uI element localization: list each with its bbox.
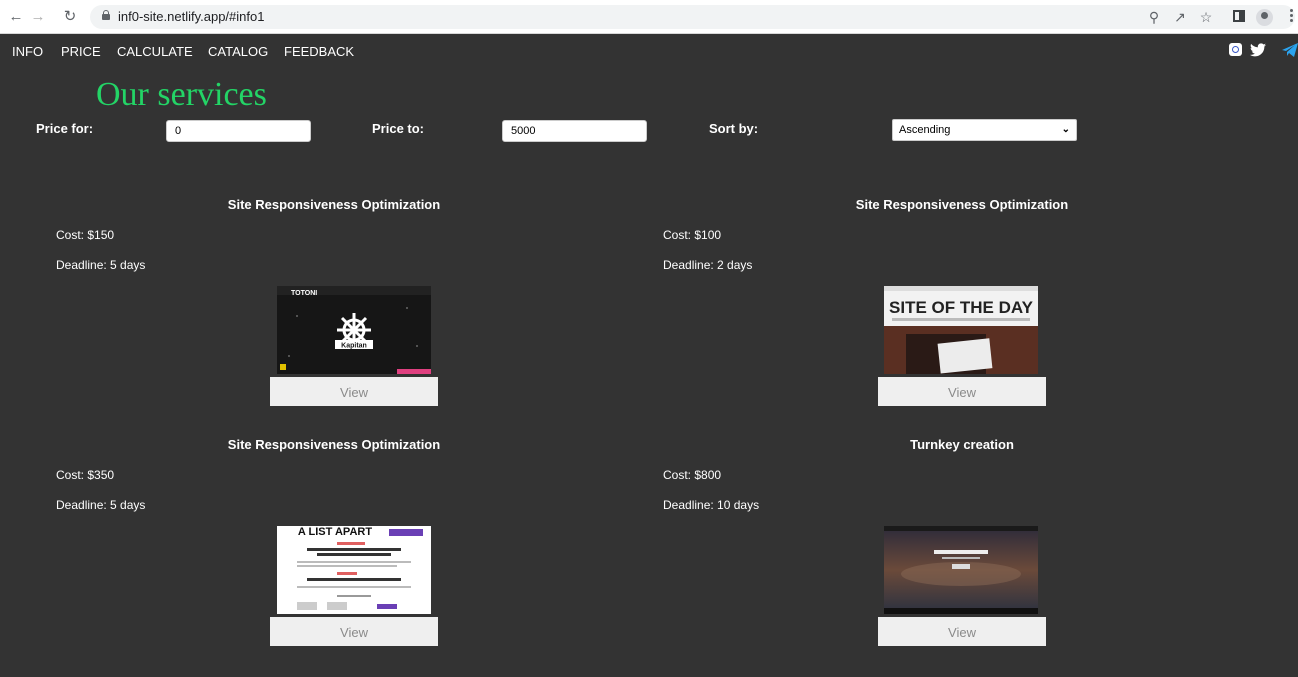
service-card: Site Responsiveness Optimization Cost: $…	[20, 437, 648, 677]
sort-by-label: Sort by:	[709, 121, 759, 136]
instagram-icon[interactable]	[1229, 43, 1242, 56]
price-to-input[interactable]: 5000	[502, 120, 647, 142]
price-for-input[interactable]: 0	[166, 120, 311, 142]
sort-select[interactable]: Ascending ⌄	[892, 119, 1077, 141]
browser-toolbar: ← → ↻ inf0-site.netlify.app/#info1 ⚲ ↗ ☆	[0, 0, 1298, 34]
twitter-icon[interactable]	[1250, 43, 1266, 57]
zoom-icon[interactable]: ⚲	[1144, 7, 1164, 27]
service-title: Site Responsiveness Optimization	[227, 197, 441, 212]
view-button[interactable]: View	[270, 377, 438, 406]
service-thumbnail	[884, 526, 1038, 614]
page-title: Our services	[96, 76, 267, 113]
nav-feedback[interactable]: FEEDBACK	[284, 44, 354, 59]
price-to-label: Price to:	[372, 121, 425, 136]
profile-avatar-icon[interactable]	[1256, 9, 1273, 26]
nav-calculate[interactable]: CALCULATE	[117, 44, 193, 59]
share-icon[interactable]: ↗	[1170, 7, 1190, 27]
chevron-down-icon: ⌄	[1061, 124, 1070, 135]
view-button[interactable]: View	[878, 377, 1046, 406]
back-icon[interactable]: ←	[6, 7, 26, 27]
view-button[interactable]: View	[270, 617, 438, 646]
thumb-caption: Kapitan	[341, 343, 367, 350]
address-bar[interactable]: inf0-site.netlify.app/#info1	[90, 5, 1295, 29]
service-cost: Cost: $150	[56, 228, 115, 242]
service-card: Site Responsiveness Optimization Cost: $…	[648, 197, 1276, 437]
nav-price[interactable]: PRICE	[61, 44, 101, 59]
service-title: Turnkey creation	[910, 437, 1014, 452]
service-cost: Cost: $100	[663, 228, 722, 242]
service-deadline: Deadline: 2 days	[663, 258, 753, 272]
service-title: Site Responsiveness Optimization	[227, 437, 441, 452]
thumb-text: TOTONI	[291, 290, 317, 297]
top-nav: INFO PRICE CALCULATE CATALOG FEEDBACK	[0, 36, 1298, 66]
reload-icon[interactable]: ↻	[60, 7, 80, 27]
service-deadline: Deadline: 10 days	[663, 498, 760, 512]
service-thumbnail: SITE OF THE DAY	[884, 286, 1038, 374]
service-deadline: Deadline: 5 days	[56, 498, 146, 512]
sort-select-value: Ascending	[899, 124, 951, 136]
thumb-text: SITE OF THE DAY	[889, 298, 1034, 317]
thumb-text: A LIST APART	[298, 526, 372, 538]
service-thumbnail: TOTONI Kapitan	[277, 286, 431, 374]
side-panel-icon[interactable]	[1233, 10, 1245, 22]
url-text[interactable]: inf0-site.netlify.app/#info1	[118, 9, 264, 24]
service-cost: Cost: $350	[56, 468, 115, 482]
nav-catalog[interactable]: CATALOG	[208, 44, 268, 59]
telegram-icon[interactable]	[1282, 43, 1298, 57]
bookmark-star-icon[interactable]: ☆	[1196, 7, 1216, 27]
view-button[interactable]: View	[878, 617, 1046, 646]
price-for-label: Price for:	[36, 121, 94, 136]
service-card: Site Responsiveness Optimization Cost: $…	[20, 197, 648, 437]
forward-icon[interactable]: →	[28, 7, 48, 27]
service-thumbnail: A LIST APART	[277, 526, 431, 614]
service-deadline: Deadline: 5 days	[56, 258, 146, 272]
service-title: Site Responsiveness Optimization	[855, 197, 1069, 212]
lock-icon[interactable]	[102, 10, 110, 20]
menu-kebab-icon[interactable]	[1290, 9, 1293, 25]
nav-info[interactable]: INFO	[12, 44, 43, 59]
service-card: Turnkey creation Cost: $800 Deadline: 10…	[648, 437, 1276, 677]
service-cost: Cost: $800	[663, 468, 722, 482]
